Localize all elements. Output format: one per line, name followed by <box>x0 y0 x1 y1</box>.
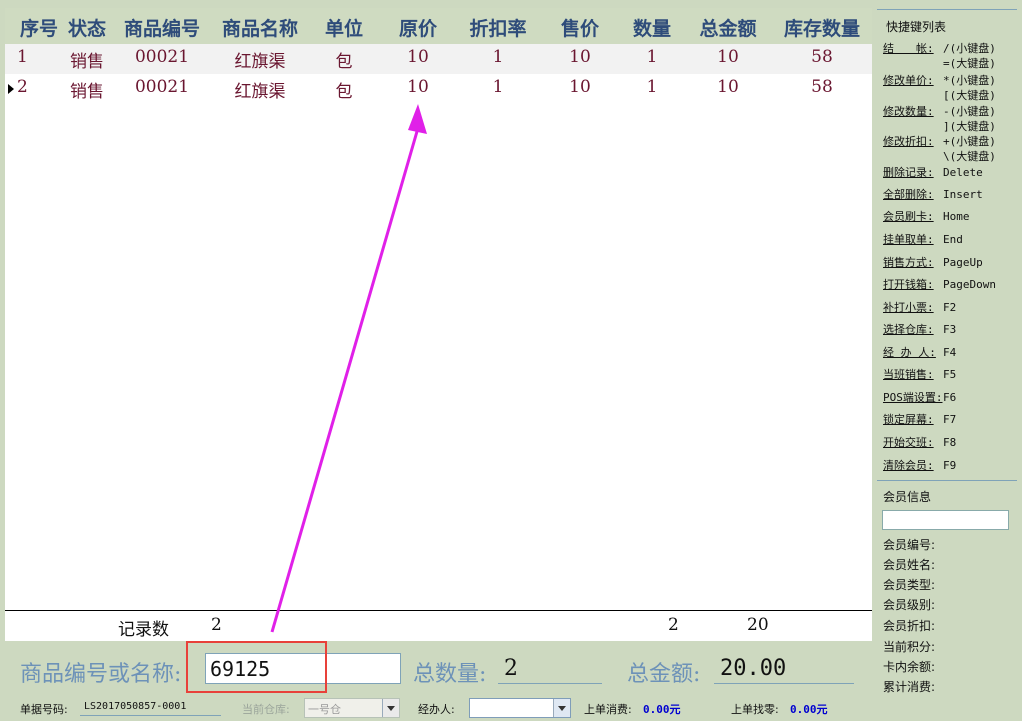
annotation-arrow-line <box>270 127 420 633</box>
annotation-overlay <box>270 104 427 633</box>
arrow-head-icon <box>408 104 427 134</box>
